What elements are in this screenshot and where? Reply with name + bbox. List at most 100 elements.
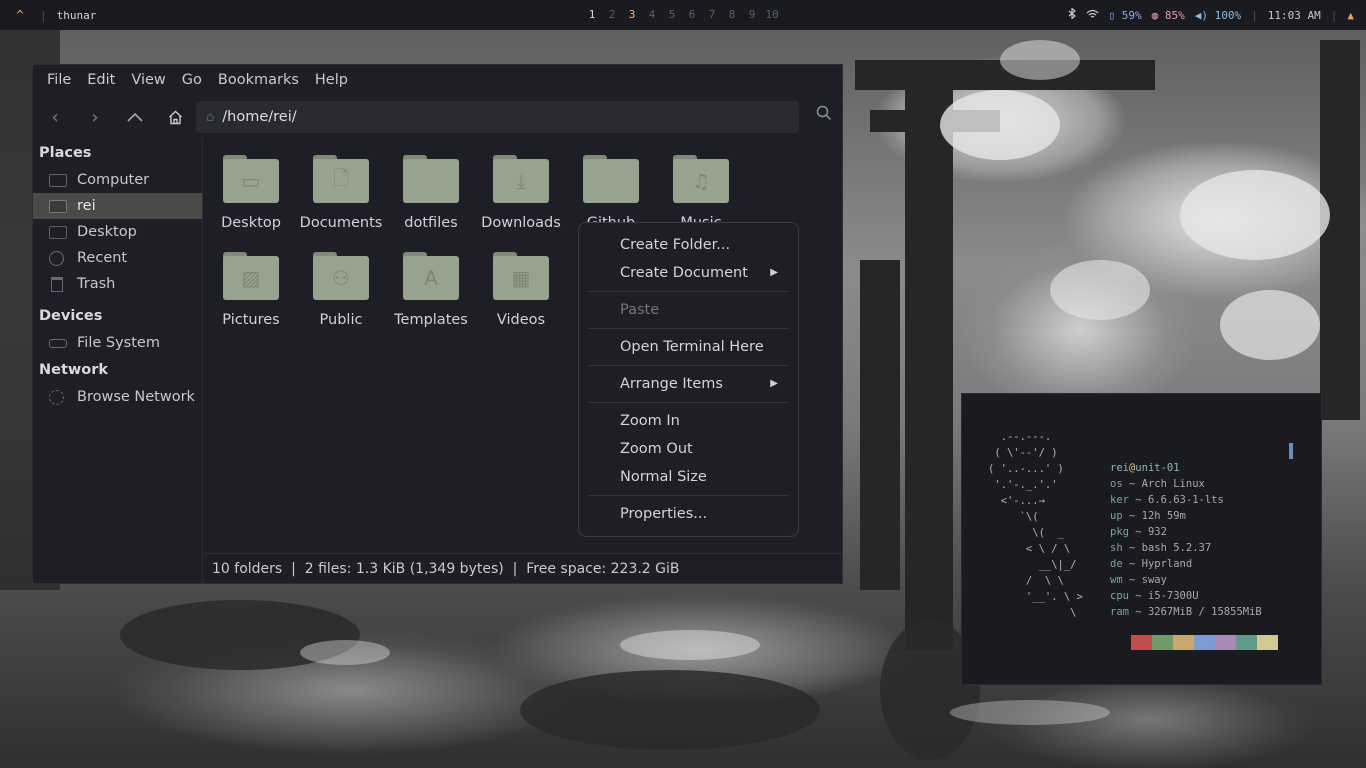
workspace-2[interactable]: 2 — [602, 8, 622, 21]
username: rei — [1110, 462, 1129, 474]
parent-folder-button[interactable] — [115, 101, 155, 133]
menu-item-properties[interactable]: Properties... — [579, 500, 798, 528]
palette-swatch — [1194, 635, 1215, 650]
sidebar-item-label: rei — [77, 198, 96, 214]
palette-swatch — [1131, 635, 1152, 650]
sidebar-item-label: Trash — [77, 276, 116, 292]
sidebar-item-label: Desktop — [77, 224, 137, 240]
folder-icon: ▦ — [493, 252, 549, 300]
folder-downloads[interactable]: ⤓ Downloads — [476, 155, 566, 231]
sidebar-item-desktop[interactable]: Desktop — [33, 219, 202, 245]
menu-help[interactable]: Help — [307, 72, 356, 88]
bar-separator: | — [40, 8, 47, 22]
folder-pictures[interactable]: ▨ Pictures — [206, 252, 296, 328]
clock-icon — [49, 250, 64, 266]
computer-icon — [49, 173, 67, 187]
drive-icon — [49, 338, 67, 348]
bell-icon[interactable]: ▲ — [1347, 9, 1354, 22]
memory-indicator[interactable]: ◍ 85% — [1152, 9, 1185, 22]
launcher-icon[interactable]: ^ — [0, 8, 40, 22]
menu-view[interactable]: View — [123, 72, 173, 88]
workspace-8[interactable]: 8 — [722, 8, 742, 21]
workspace-9[interactable]: 9 — [742, 8, 762, 21]
folder-icon: A — [403, 252, 459, 300]
workspace-4[interactable]: 4 — [642, 8, 662, 21]
folder-documents[interactable]: 🗋 Documents — [296, 155, 386, 231]
sidebar-heading-network: Network — [39, 362, 109, 378]
workspace-3[interactable]: 3 — [622, 8, 642, 21]
folder-dotfiles[interactable]: dotfiles — [386, 155, 476, 231]
terminal-cursor — [1289, 443, 1293, 459]
fetch-line-os: os ~ Arch Linux — [1110, 478, 1205, 490]
location-bar[interactable]: ⌂ /home/rei/ — [196, 101, 799, 133]
hostname: unit-01 — [1135, 462, 1180, 474]
status-tray: ▯ 59% ◍ 85% ◀) 100% | 11:03 AM | ▲ — [1068, 7, 1354, 22]
menu-item-create-document[interactable]: Create Document ▶ — [579, 259, 798, 287]
menu-go[interactable]: Go — [174, 72, 210, 88]
menu-item-normal-size[interactable]: Normal Size — [579, 463, 798, 491]
file-name: Desktop — [221, 215, 281, 231]
search-button[interactable] — [816, 105, 832, 125]
sidebar-item-label: Recent — [77, 250, 128, 266]
back-button[interactable]: ‹ — [35, 101, 75, 133]
menu-item-paste: Paste — [620, 302, 660, 318]
ascii-art-logo: .--.---. ( \'--'/ ) ( '..-...' ) '.'-._.… — [988, 431, 1083, 619]
home-button[interactable] — [155, 101, 195, 133]
desktop-icon — [49, 225, 67, 239]
file-name: dotfiles — [404, 215, 458, 231]
menu-item-arrange-items[interactable]: Arrange Items ▶ — [579, 370, 798, 398]
menu-item-label: Arrange Items — [620, 376, 723, 392]
terminal-window[interactable]: .--.---. ( \'--'/ ) ( '..-...' ) '.'-._.… — [961, 393, 1322, 685]
sidebar: Places Computer rei Desktop Recent Trash… — [33, 139, 203, 585]
workspace-10[interactable]: 10 — [762, 8, 782, 21]
folder-public[interactable]: ⚇ Public — [296, 252, 386, 328]
file-name: Pictures — [222, 312, 280, 328]
workspace-6[interactable]: 6 — [682, 8, 702, 21]
volume-indicator[interactable]: ◀) 100% — [1195, 9, 1241, 22]
workspace-5[interactable]: 5 — [662, 8, 682, 21]
fetch-line-de: de ~ Hyprland — [1110, 558, 1193, 570]
menu-item-open-terminal[interactable]: Open Terminal Here — [579, 333, 798, 361]
folder-github[interactable]: Github — [566, 155, 656, 231]
menu-file[interactable]: File — [39, 72, 79, 88]
file-name: Public — [319, 312, 363, 328]
submenu-arrow-icon: ▶ — [770, 267, 778, 278]
menu-separator — [588, 495, 789, 496]
file-name: Documents — [299, 215, 383, 231]
sidebar-item-rei[interactable]: rei — [33, 193, 202, 219]
folder-icon — [583, 155, 639, 203]
home-icon — [168, 110, 182, 124]
folder-icon: ▨ — [223, 252, 279, 300]
bluetooth-icon[interactable] — [1068, 7, 1076, 22]
chevron-up-icon — [127, 112, 143, 122]
menu-item-zoom-in[interactable]: Zoom In — [579, 407, 798, 435]
workspace-1[interactable]: 1 — [582, 8, 602, 21]
fetch-line-cpu: cpu ~ i5-7300U — [1110, 590, 1199, 602]
menu-item-create-folder[interactable]: Create Folder... — [579, 231, 798, 259]
folder-music[interactable]: ♫ Music — [656, 155, 746, 231]
folder-templates[interactable]: A Templates — [386, 252, 476, 328]
palette-swatch — [1152, 635, 1173, 650]
fetch-line-uptime: up ~ 12h 59m — [1110, 510, 1186, 522]
folder-desktop[interactable]: ▭ Desktop — [206, 155, 296, 231]
sidebar-heading-devices: Devices — [39, 308, 103, 324]
wifi-icon[interactable] — [1086, 9, 1099, 22]
sidebar-item-label: Browse Network — [77, 389, 195, 405]
folder-videos[interactable]: ▦ Videos — [476, 252, 566, 328]
menu-bookmarks[interactable]: Bookmarks — [210, 72, 307, 88]
toolbar: ‹ › ⌂ /home/rei/ — [33, 95, 842, 139]
clock[interactable]: 11:03 AM — [1268, 9, 1321, 22]
sidebar-item-computer[interactable]: Computer — [33, 167, 202, 193]
sidebar-item-trash[interactable]: Trash — [33, 271, 202, 297]
sidebar-item-file-system[interactable]: File System — [33, 330, 202, 356]
menu-item-zoom-out[interactable]: Zoom Out — [579, 435, 798, 463]
forward-button[interactable]: › — [75, 101, 115, 133]
workspace-7[interactable]: 7 — [702, 8, 722, 21]
sidebar-item-recent[interactable]: Recent — [33, 245, 202, 271]
volume-value: 100% — [1214, 8, 1242, 22]
menu-edit[interactable]: Edit — [79, 72, 123, 88]
battery-indicator[interactable]: ▯ 59% — [1109, 9, 1142, 22]
battery-value: 59% — [1121, 8, 1142, 22]
sidebar-item-browse-network[interactable]: Browse Network — [33, 384, 202, 410]
memory-value: 85% — [1164, 8, 1185, 22]
